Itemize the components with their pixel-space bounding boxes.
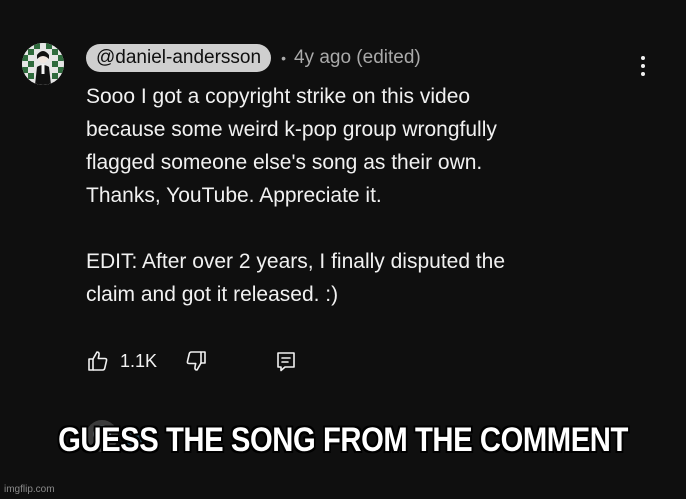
author-handle[interactable]: @daniel-andersson (86, 44, 272, 72)
comment-line: Thanks, YouTube. Appreciate it. (86, 184, 382, 207)
comment-timestamp: 4y ago (edited) (293, 47, 421, 68)
comment-header: @daniel-andersson • 4y ago (edited) (86, 44, 421, 72)
comment-body: Sooo I got a copyright strike on this vi… (86, 80, 626, 311)
reply-button[interactable] (274, 346, 298, 376)
dislike-button[interactable] (184, 346, 208, 376)
imgflip-watermark: imgflip.com (4, 484, 55, 495)
kebab-dot (641, 64, 645, 68)
comment-line: flagged someone else's song as their own… (86, 151, 483, 174)
comment-line-gap (86, 212, 626, 245)
comment-line: Sooo I got a copyright strike on this vi… (86, 85, 471, 108)
kebab-dot (641, 56, 645, 60)
kebab-dot (641, 72, 645, 76)
thumbs-down-icon (186, 351, 206, 371)
thumbs-up-icon (88, 351, 108, 371)
author-avatar[interactable] (22, 43, 64, 85)
meta-separator: • (281, 50, 286, 66)
reply-comment-icon (277, 352, 295, 372)
like-button[interactable]: 1.1K (86, 346, 157, 376)
like-count: 1.1K (120, 350, 158, 371)
more-vertical-icon[interactable] (634, 54, 652, 78)
comment-line: claim and got it released. :) (86, 283, 339, 306)
avatar-image (22, 43, 64, 85)
meme-caption: GUESS THE SONG FROM THE COMMENT (58, 421, 628, 459)
comment-line: because some weird k-pop group wrongfull… (86, 118, 497, 141)
comment-line: EDIT: After over 2 years, I finally disp… (86, 250, 506, 273)
